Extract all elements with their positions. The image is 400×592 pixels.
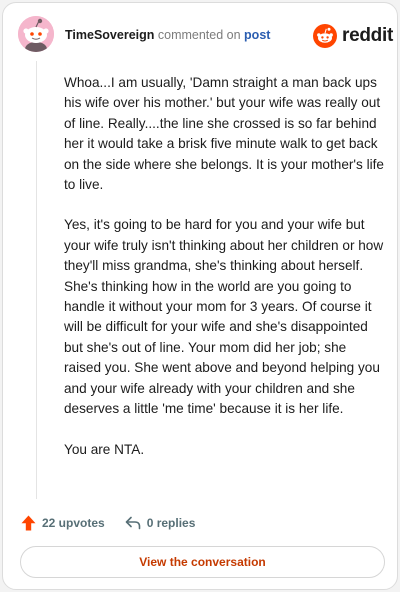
comment-card: TimeSovereign commented on post reddit W… [2,2,398,590]
avatar[interactable] [18,16,54,52]
upvote-button[interactable]: 22 upvotes [21,515,105,531]
comment-header: TimeSovereign commented on post [65,28,270,42]
username-link[interactable]: TimeSovereign [65,28,154,42]
commented-on-text: commented on [157,28,241,42]
view-conversation-button[interactable]: View the conversation [20,546,385,578]
reddit-wordmark: reddit [342,25,393,46]
reply-arrow-icon [125,516,141,530]
reddit-logo[interactable]: reddit [313,24,393,48]
thread-line [36,61,37,499]
reply-count: 0 replies [146,516,196,530]
comment-paragraph: Yes, it's going to be hard for you and y… [64,217,384,417]
comment-paragraph: Whoa...I am usually, 'Damn straight a ma… [64,75,384,193]
reddit-snoo-icon [313,24,337,48]
snoo-avatar-icon [18,16,54,52]
post-link[interactable]: post [244,28,270,42]
reply-button[interactable]: 0 replies [125,516,196,530]
upvote-arrow-icon [21,515,36,531]
comment-paragraph: You are NTA. [64,441,145,457]
comment-body: Whoa...I am usually, 'Damn straight a ma… [64,73,384,480]
upvote-count: 22 upvotes [42,516,105,530]
comment-actions: 22 upvotes 0 replies [21,513,195,533]
